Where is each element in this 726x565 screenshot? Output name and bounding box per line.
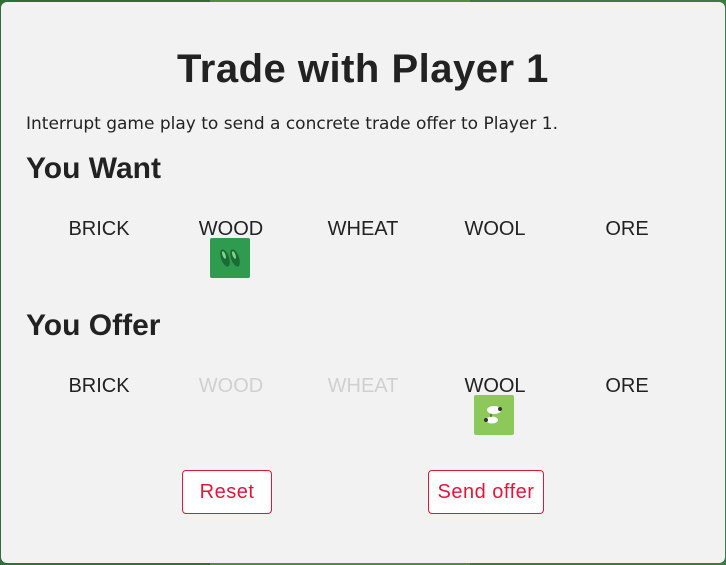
offer-resource-row: BRICK WOOD WHEAT WOOL ORE: [33, 375, 695, 405]
trade-modal: Trade with Player 1 Interrupt game play …: [1, 2, 725, 563]
modal-description: Interrupt game play to send a concrete t…: [26, 114, 558, 134]
reset-button[interactable]: Reset: [182, 470, 272, 514]
offer-wheat-option: WHEAT: [327, 375, 399, 397]
wool-card-icon[interactable]: [474, 395, 514, 435]
offer-brick-option[interactable]: BRICK: [33, 375, 165, 398]
want-wool-option[interactable]: WOOL: [429, 218, 561, 241]
want-brick-option[interactable]: BRICK: [33, 218, 165, 241]
wood-card-icon[interactable]: [210, 238, 250, 278]
send-offer-button[interactable]: Send offer: [428, 470, 544, 514]
want-ore-option[interactable]: ORE: [561, 218, 693, 241]
offer-ore-option[interactable]: ORE: [561, 375, 693, 398]
want-wheat-option[interactable]: WHEAT: [297, 218, 429, 241]
offer-wood-option: WOOD: [198, 375, 264, 397]
modal-title: Trade with Player 1: [177, 47, 549, 91]
want-resource-row: BRICK WOOD WHEAT WOOL ORE: [33, 218, 695, 248]
want-heading: You Want: [26, 152, 161, 185]
offer-heading: You Offer: [26, 309, 161, 342]
